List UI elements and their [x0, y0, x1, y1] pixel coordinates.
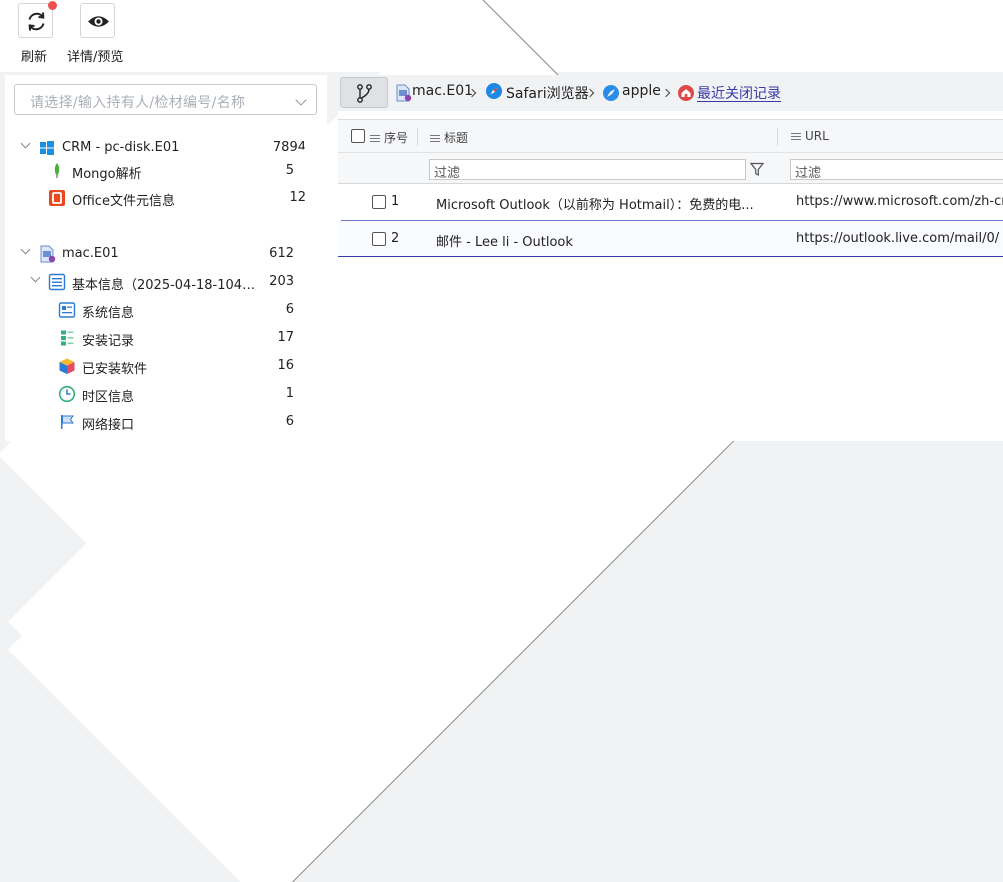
notification-dot: [48, 1, 57, 10]
title-cell: 邮件 - Lee li - Outlook: [436, 235, 573, 250]
column-header-seq[interactable]: 序号: [370, 129, 408, 146]
table-header: 序号 标题 URL: [338, 120, 1003, 153]
tree-label: 系统信息: [82, 306, 135, 321]
tree-label: mac.E01: [62, 246, 119, 261]
evidence-tree-panel: 请选择/输入持有人/检材编号/名称 CRM - pc-disk.E01 7894…: [0, 0, 738, 882]
details-preview-button[interactable]: 详情/预览: [67, 3, 128, 69]
evidence-search-select[interactable]: 请选择/输入持有人/检材编号/名称: [14, 84, 317, 115]
title-cell: Microsoft Outlook（以前称为 Hotmail）：免费的电...: [436, 198, 754, 213]
column-divider[interactable]: [417, 128, 418, 146]
tree-label: 基本信息（2025-04-18-10485...: [72, 278, 262, 293]
tree-label: Mongo解析: [72, 167, 142, 182]
url-cell: https://outlook.live.com/mail/0/: [796, 231, 1000, 246]
refresh-button[interactable]: 刷新: [0, 1, 60, 69]
tree-node-mongo[interactable]: Mongo解析 5: [0, 0, 728, 714]
url-filter-input[interactable]: 过滤: [790, 159, 1003, 180]
windows-icon: [38, 139, 56, 157]
tree-label: 安装记录: [82, 334, 135, 349]
tree-count: 1: [285, 386, 294, 401]
tree-count: 5: [285, 163, 294, 178]
row-checkbox[interactable]: [372, 195, 386, 209]
list-document-icon: [48, 273, 66, 291]
tree-label: 网络接口: [82, 418, 135, 433]
column-header-label: 序号: [384, 131, 409, 145]
eye-icon: [80, 3, 115, 38]
refresh-label: 刷新: [21, 50, 48, 65]
records-table: 序号 标题 URL 过滤 过滤 1 Microsoft Outlook（以前称为…: [338, 119, 1003, 441]
breadcrumb-item-apple[interactable]: apple: [622, 83, 661, 99]
column-header-url[interactable]: URL: [791, 129, 829, 143]
tree-node-installed-software[interactable]: 已安装软件 16: [5, 179, 738, 882]
filter-row: 过滤 过滤: [338, 153, 1003, 184]
title-filter-input[interactable]: 过滤: [429, 159, 746, 180]
tree-count: 6: [285, 302, 294, 317]
collapse-arrow-icon[interactable]: [30, 272, 41, 283]
branch-toggle-button[interactable]: [340, 77, 388, 108]
network-flag-icon: [58, 413, 76, 431]
clock-icon: [58, 385, 76, 403]
tree-label: 已安装软件: [82, 362, 148, 377]
search-placeholder: 请选择/输入持有人/检材编号/名称: [30, 95, 246, 111]
seq-cell: 1: [391, 194, 400, 209]
disk-image-icon: [394, 84, 412, 102]
branch-icon: [357, 84, 372, 103]
tree-label: CRM - pc-disk.E01: [62, 140, 180, 155]
chevron-right-icon: [661, 88, 671, 98]
tree-node-network-interface[interactable]: 网络接口 6: [5, 409, 327, 435]
details-preview-label: 详情/预览: [67, 50, 124, 65]
tree-node-basic-info[interactable]: 基本信息（2025-04-18-10485... 203: [5, 269, 327, 295]
tree-node-office[interactable]: Office文件元信息 12: [5, 185, 327, 211]
tree-count: 16: [277, 358, 294, 373]
column-header-label: URL: [805, 129, 829, 143]
tree-node-timezone[interactable]: 时区信息 1: [5, 381, 327, 407]
column-header-label: 标题: [444, 131, 469, 145]
home-icon: [677, 84, 695, 102]
table-row-selected[interactable]: 2 邮件 - Lee li - Outlook https://outlook.…: [338, 221, 1003, 257]
tree-label: Office文件元信息: [72, 194, 175, 209]
column-divider[interactable]: [777, 128, 778, 146]
content-panel: mac.E01 Safari浏览器 apple 最近关闭记录 序号 标题 URL…: [338, 75, 1003, 441]
column-menu-icon: [370, 133, 380, 145]
office-icon: [48, 189, 66, 207]
breadcrumb-item-mac[interactable]: mac.E01: [412, 83, 473, 99]
filter-icon[interactable]: [750, 162, 764, 177]
disk-image-icon: [38, 245, 56, 263]
select-all-checkbox[interactable]: [351, 129, 365, 143]
safari-icon: [485, 82, 503, 100]
chevron-down-icon[interactable]: [295, 94, 307, 106]
tree-count: 203: [269, 274, 294, 289]
tree-node-system-info[interactable]: 系统信息 6: [5, 297, 327, 323]
url-cell: https://www.microsoft.com/zh-cn/: [796, 194, 1003, 209]
breadcrumb-item-safari[interactable]: Safari浏览器: [506, 83, 589, 103]
column-header-title[interactable]: 标题: [430, 129, 468, 146]
system-info-icon: [58, 301, 76, 319]
collapse-arrow-icon[interactable]: [20, 244, 31, 255]
install-records-icon: [58, 329, 76, 347]
table-row[interactable]: 1 Microsoft Outlook（以前称为 Hotmail）：免费的电..…: [338, 184, 1003, 220]
tree-node-mac[interactable]: mac.E01 612: [5, 241, 327, 267]
tree-count: 6: [285, 414, 294, 429]
breadcrumb: mac.E01 Safari浏览器 apple 最近关闭记录: [338, 75, 1003, 111]
breadcrumb-item-recently-closed[interactable]: 最近关闭记录: [697, 83, 781, 103]
collapse-arrow-icon[interactable]: [20, 138, 31, 149]
row-checkbox[interactable]: [372, 232, 386, 246]
column-menu-icon: [430, 133, 440, 145]
tree-count: 17: [277, 330, 294, 345]
refresh-icon: [18, 1, 57, 38]
column-menu-icon: [791, 131, 801, 143]
tree-count: 612: [269, 246, 294, 261]
seq-cell: 2: [391, 231, 400, 246]
package-icon: [58, 357, 76, 375]
tree-count: 12: [289, 190, 306, 205]
mongodb-icon: [48, 162, 66, 180]
tree-node-install-records[interactable]: 安装记录 17: [5, 151, 738, 881]
tree-label: 时区信息: [82, 390, 135, 405]
compass-icon: [602, 84, 620, 102]
